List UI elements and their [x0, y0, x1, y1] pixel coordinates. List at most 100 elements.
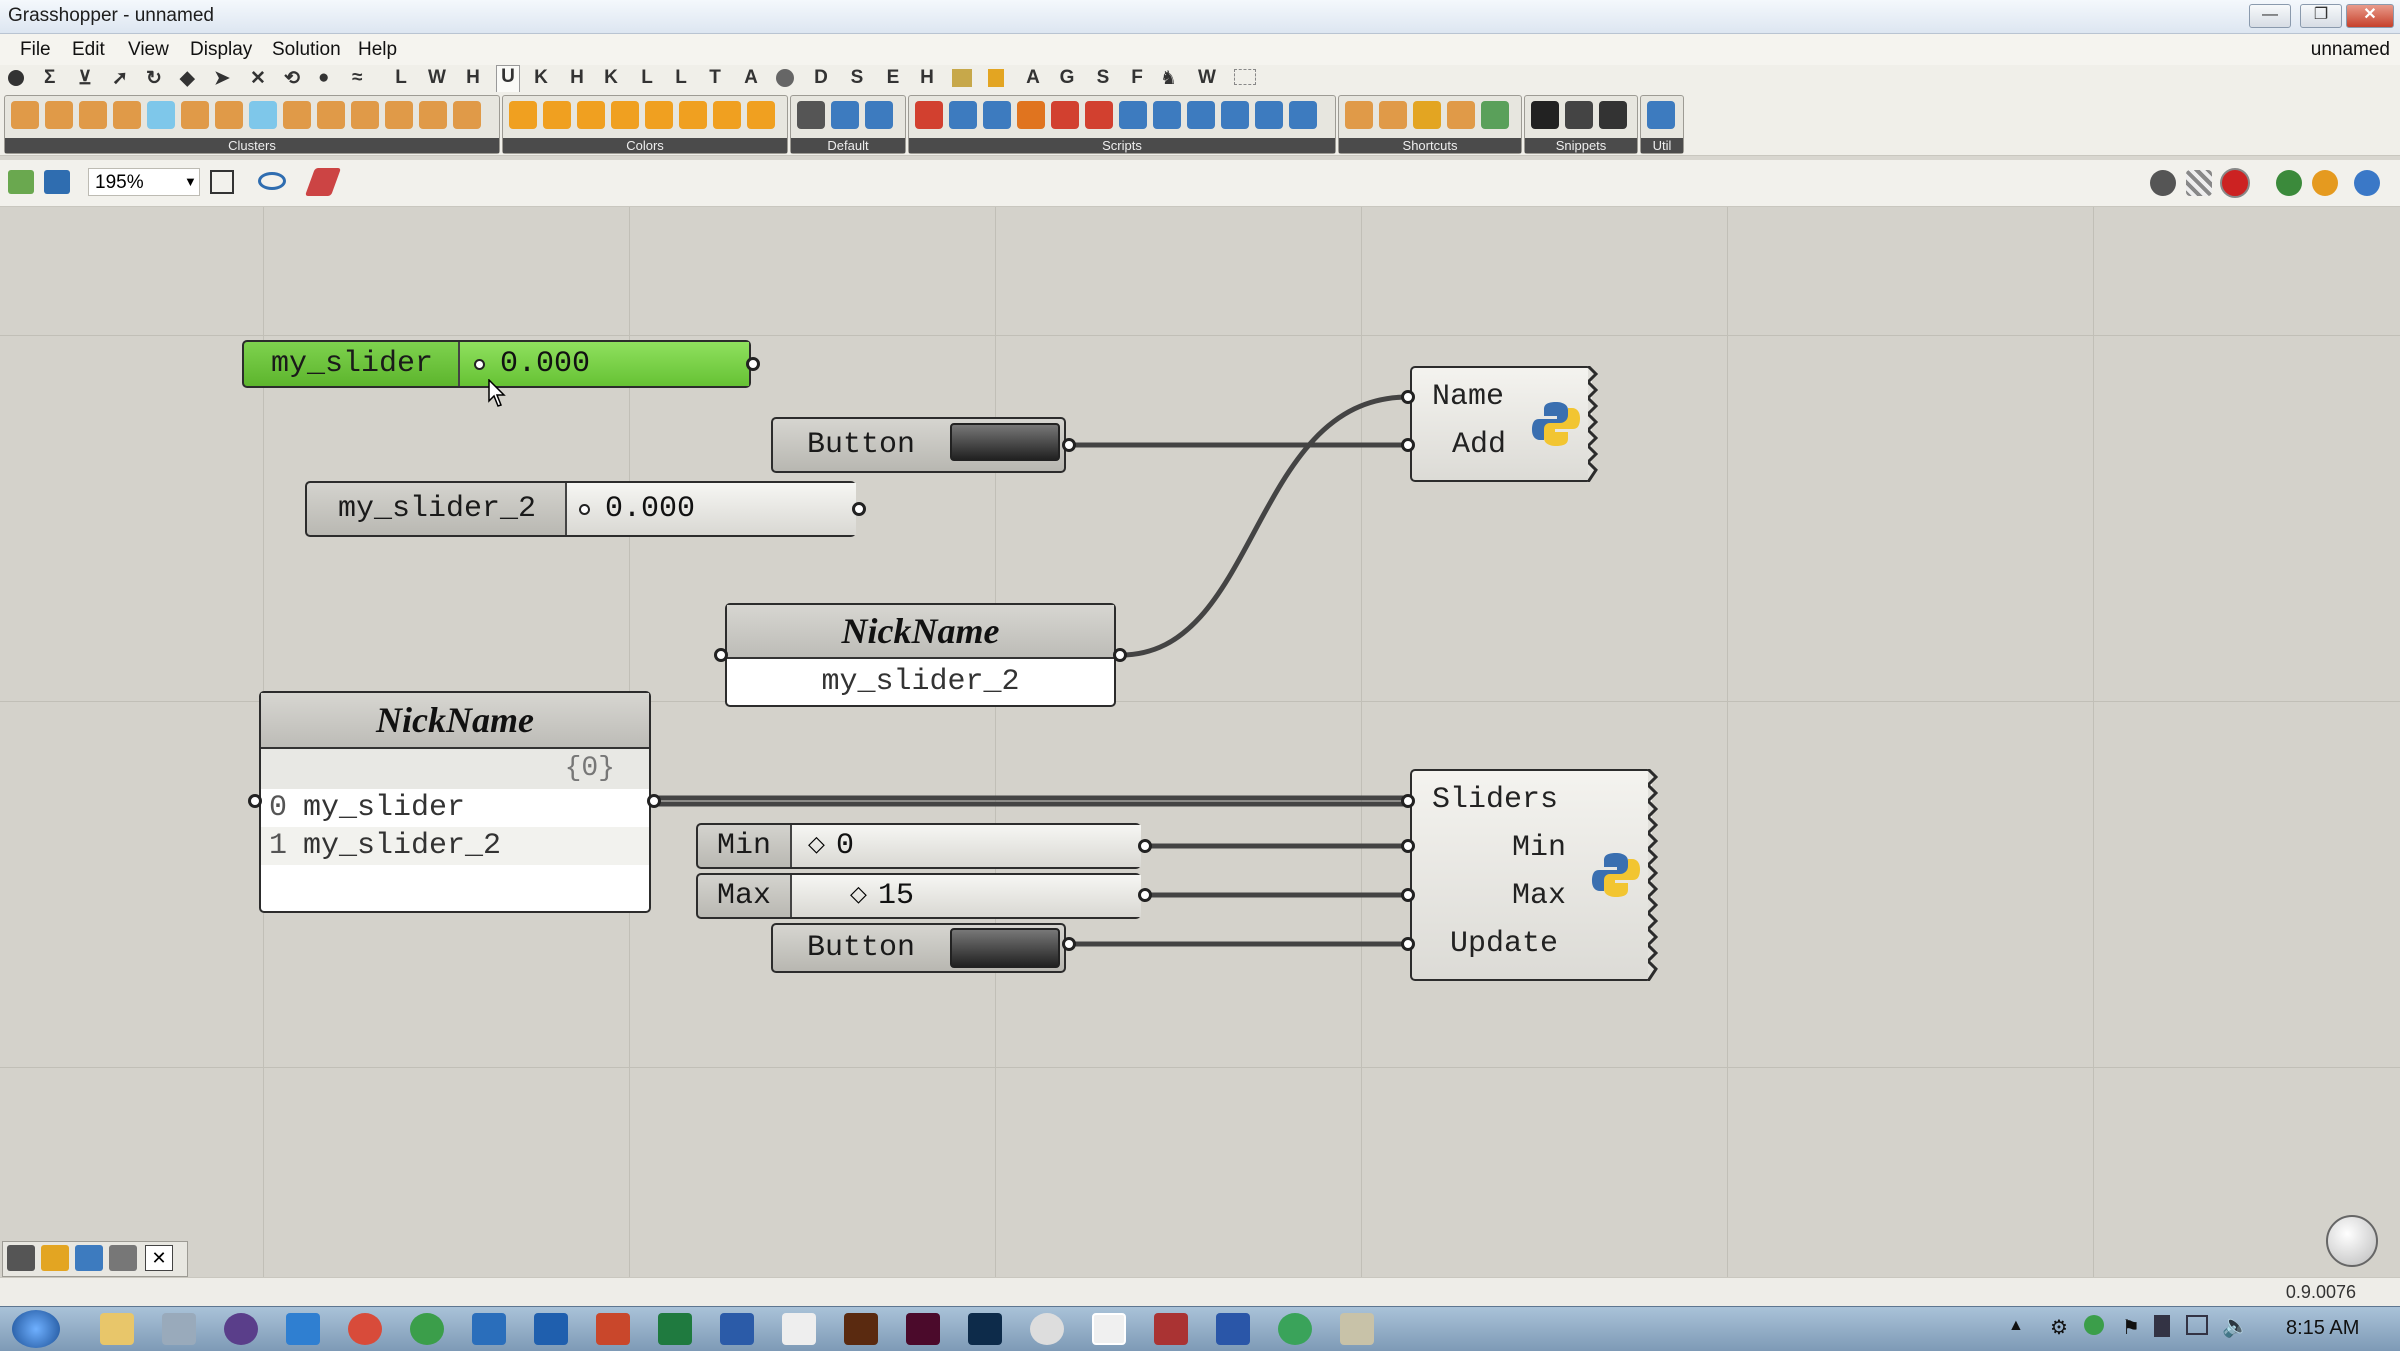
tab-l3[interactable]: L — [670, 67, 692, 89]
display-tab-icon[interactable]: ● — [318, 67, 329, 89]
flag-icon[interactable]: ⚑ — [2122, 1315, 2140, 1340]
output-grip[interactable] — [1113, 648, 1127, 662]
tab-s2[interactable]: S — [1092, 67, 1114, 89]
color-icon[interactable] — [713, 101, 741, 129]
python-icon[interactable] — [831, 101, 859, 129]
word-icon[interactable] — [720, 1313, 754, 1345]
default-icon[interactable] — [797, 101, 825, 129]
menu-display[interactable]: Display — [190, 39, 252, 61]
menu-file[interactable]: File — [20, 39, 51, 61]
chrome-icon[interactable] — [348, 1313, 382, 1345]
shortcut-icon[interactable] — [1413, 101, 1441, 129]
cluster-icon[interactable] — [351, 101, 379, 129]
input-grip[interactable] — [714, 648, 728, 662]
output-grip[interactable] — [1062, 438, 1076, 452]
cluster-icon[interactable] — [11, 101, 39, 129]
shaded-preview-icon[interactable] — [2276, 170, 2302, 196]
close-icon[interactable]: ✕ — [145, 1245, 173, 1271]
close-button[interactable]: ✕ — [2346, 4, 2394, 28]
intersect-tab-icon[interactable]: ✕ — [250, 67, 266, 90]
vector-tab-icon[interactable]: ➚ — [112, 67, 128, 90]
tab-a2[interactable]: A — [1022, 67, 1044, 89]
python-icon[interactable] — [1289, 101, 1317, 129]
app-icon[interactable] — [1216, 1313, 1250, 1345]
tab-l[interactable]: L — [390, 67, 412, 89]
color-icon[interactable] — [679, 101, 707, 129]
button-component[interactable]: Button — [771, 417, 1066, 473]
cluster-icon[interactable] — [317, 101, 345, 129]
tab-w2[interactable]: W — [1196, 67, 1218, 89]
tab-a[interactable]: A — [740, 67, 762, 89]
output-grip[interactable] — [647, 794, 661, 808]
color-icon[interactable] — [543, 101, 571, 129]
chevron-down-icon[interactable]: ▼ — [184, 174, 197, 189]
tab-t[interactable]: T — [704, 67, 726, 89]
indesign-icon[interactable] — [906, 1313, 940, 1345]
tab-h2[interactable]: H — [566, 67, 588, 89]
snippet-icon[interactable] — [1565, 101, 1593, 129]
menu-view[interactable]: View — [128, 39, 169, 61]
curve-tab-icon[interactable]: ↻ — [146, 67, 162, 90]
download-icon[interactable] — [7, 1245, 35, 1271]
python-icon[interactable] — [1119, 101, 1147, 129]
minimize-button[interactable]: — — [2249, 4, 2291, 28]
percent-icon[interactable] — [109, 1245, 137, 1271]
start-button-icon[interactable] — [12, 1310, 60, 1348]
sketch-pen-icon[interactable] — [304, 168, 342, 196]
nickname-panel-list[interactable]: NickName {0} 0 my_slider 1 my_slider_2 — [259, 691, 651, 913]
tab-e[interactable]: E — [882, 67, 904, 89]
globe-icon[interactable] — [2354, 170, 2380, 196]
input-grip[interactable] — [1401, 390, 1415, 404]
cluster-icon[interactable] — [113, 101, 141, 129]
ladybug-icon[interactable] — [41, 1245, 69, 1271]
slider-grip[interactable] — [474, 359, 485, 370]
ladybug-tab-icon[interactable] — [952, 69, 972, 87]
slider-track[interactable] — [790, 875, 1141, 917]
input-grip[interactable] — [248, 794, 262, 808]
max-slider[interactable]: Max ◇ 15 — [696, 873, 1141, 919]
input-grip[interactable] — [1401, 888, 1415, 902]
shortcut-icon[interactable] — [1447, 101, 1475, 129]
tab-u[interactable]: U — [496, 65, 520, 92]
app-icon[interactable] — [1278, 1313, 1312, 1345]
tab-l2[interactable]: L — [636, 67, 658, 89]
menu-solution[interactable]: Solution — [272, 39, 341, 61]
horse-tab-icon[interactable]: ♞ — [1160, 67, 1177, 90]
paint-icon[interactable] — [162, 1313, 196, 1345]
volume-icon[interactable]: 🔈 — [2222, 1313, 2249, 1339]
python-icon[interactable] — [1153, 101, 1181, 129]
cluster-icon[interactable] — [419, 101, 447, 129]
tab-d[interactable]: D — [810, 67, 832, 89]
clock-time[interactable]: 8:15 AM — [2286, 1317, 2359, 1340]
nickname-panel-output[interactable]: NickName my_slider_2 — [725, 603, 1116, 707]
excel-icon[interactable] — [658, 1313, 692, 1345]
input-grip[interactable] — [1401, 794, 1415, 808]
outlook-icon[interactable] — [534, 1313, 568, 1345]
grasshopper-icon[interactable] — [1092, 1313, 1126, 1345]
output-grip[interactable] — [1138, 839, 1152, 853]
shortcut-icon[interactable] — [1481, 101, 1509, 129]
tray-app-icon[interactable] — [2084, 1315, 2104, 1335]
tab-g[interactable]: G — [1056, 67, 1078, 89]
color-icon[interactable] — [645, 101, 673, 129]
slider-grip-diamond-icon[interactable]: ◇ — [850, 875, 867, 917]
python-icon[interactable] — [1255, 101, 1283, 129]
params-tab-icon[interactable] — [8, 70, 24, 86]
csharp-icon[interactable] — [1051, 101, 1079, 129]
slider-grip[interactable] — [579, 504, 590, 515]
tab-h[interactable]: H — [462, 67, 484, 89]
chrome-icon[interactable] — [410, 1313, 444, 1345]
output-grip[interactable] — [1138, 888, 1152, 902]
save-file-icon[interactable] — [44, 170, 70, 194]
open-file-icon[interactable] — [8, 170, 34, 194]
gear-icon[interactable]: ⚙ — [2050, 1315, 2068, 1340]
python-component-name[interactable]: Name Add — [1410, 366, 1592, 482]
skype-icon[interactable] — [286, 1313, 320, 1345]
snippet-icon[interactable] — [1531, 101, 1559, 129]
surface-tab-icon[interactable]: ◆ — [180, 67, 195, 90]
zoom-extents-icon[interactable] — [210, 170, 234, 194]
csharp-icon[interactable] — [915, 101, 943, 129]
tab-k[interactable]: K — [530, 67, 552, 89]
snippet-icon[interactable] — [1599, 101, 1627, 129]
tray-expand-icon[interactable]: ▲ — [2008, 1317, 2024, 1335]
